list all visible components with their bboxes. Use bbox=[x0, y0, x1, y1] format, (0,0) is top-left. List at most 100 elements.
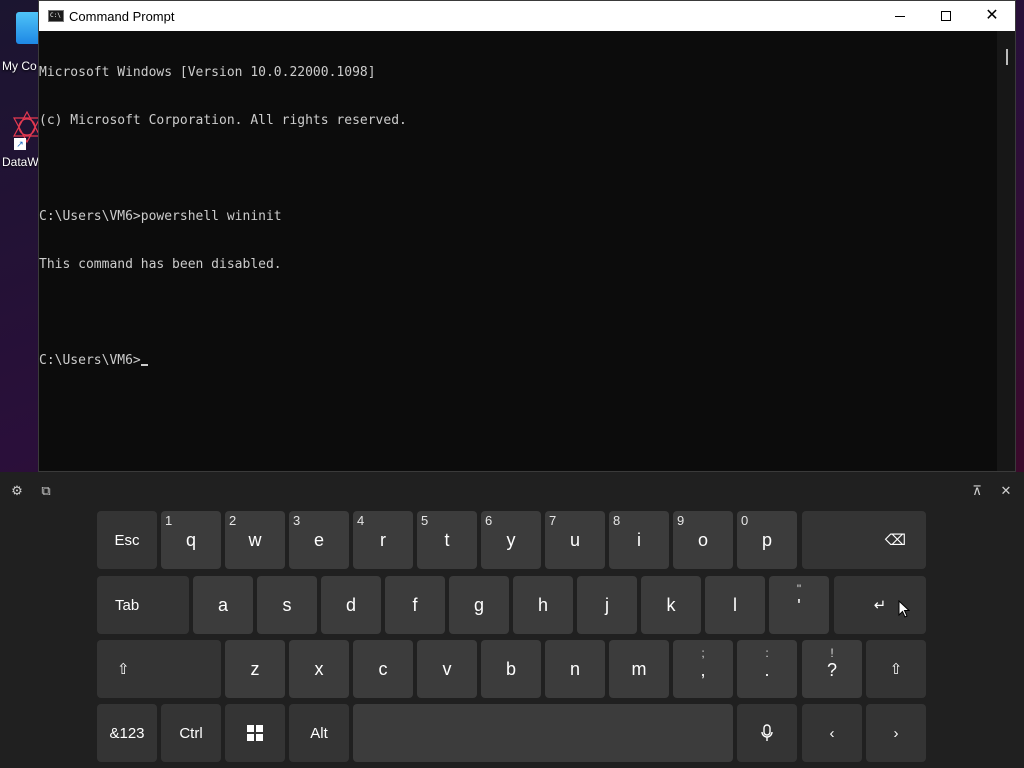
key-label: h bbox=[537, 594, 548, 615]
key-ctrl[interactable]: Ctrl bbox=[161, 704, 221, 762]
minimize-button[interactable] bbox=[877, 1, 923, 31]
key-period[interactable]: :. bbox=[737, 640, 797, 698]
key-m[interactable]: m bbox=[609, 640, 669, 698]
windows-icon bbox=[247, 725, 263, 741]
minimize-icon bbox=[895, 15, 905, 17]
key-windows[interactable] bbox=[225, 704, 285, 762]
key-question[interactable]: !? bbox=[802, 640, 862, 698]
shift-icon: ⇧ bbox=[117, 661, 130, 678]
key-shift-right[interactable]: ⇧ bbox=[866, 640, 926, 698]
key-comma[interactable]: ;, bbox=[673, 640, 733, 698]
key-alt-label: ; bbox=[701, 646, 705, 660]
key-label: q bbox=[185, 529, 196, 550]
text-cursor bbox=[140, 364, 148, 366]
arrow-left-icon: ‹ bbox=[829, 724, 835, 742]
key-label: b bbox=[505, 658, 516, 679]
key-label: Tab bbox=[115, 596, 140, 614]
console-output[interactable]: Microsoft Windows [Version 10.0.22000.10… bbox=[39, 31, 997, 471]
key-esc[interactable]: Esc bbox=[97, 511, 157, 569]
key-shift-left[interactable]: ⇧ bbox=[97, 640, 221, 698]
desktop-icon-label: My Co bbox=[2, 59, 37, 73]
key-label: n bbox=[569, 658, 580, 679]
key-u[interactable]: 7u bbox=[545, 511, 605, 569]
key-space[interactable] bbox=[353, 704, 733, 762]
key-enter[interactable]: ↵ bbox=[834, 576, 926, 634]
console-line: (c) Microsoft Corporation. All rights re… bbox=[39, 113, 407, 128]
key-l[interactable]: l bbox=[705, 576, 765, 634]
gear-icon[interactable]: ⚙ bbox=[8, 482, 26, 500]
dock-keyboard-icon[interactable]: ⊼ bbox=[968, 482, 986, 500]
shift-icon: ⇧ bbox=[889, 661, 903, 678]
maximize-button[interactable] bbox=[923, 1, 969, 31]
key-symbols[interactable]: &123 bbox=[97, 704, 157, 762]
key-label: o bbox=[697, 529, 708, 550]
maximize-icon bbox=[941, 11, 951, 21]
key-o[interactable]: 9o bbox=[673, 511, 733, 569]
key-alt-label: " bbox=[796, 582, 802, 596]
shortcut-arrow-icon: ↗ bbox=[14, 138, 26, 150]
scrollbar-thumb[interactable] bbox=[1006, 49, 1008, 65]
key-b[interactable]: b bbox=[481, 640, 541, 698]
arrow-right-icon: › bbox=[893, 724, 899, 742]
key-k[interactable]: k bbox=[641, 576, 701, 634]
key-label: f bbox=[412, 594, 418, 615]
key-label: w bbox=[248, 529, 262, 550]
key-alt-label: 6 bbox=[485, 513, 493, 528]
title-bar[interactable]: C:\ Command Prompt ✕ bbox=[39, 1, 1015, 31]
cmd-icon: C:\ bbox=[48, 10, 64, 22]
key-apostrophe[interactable]: " ' bbox=[769, 576, 829, 634]
key-label: ? bbox=[826, 660, 837, 680]
key-y[interactable]: 6y bbox=[481, 511, 541, 569]
touch-keyboard: ⚙ ⧉ ⊼ ✕ Esc 1q 2w 3e 4r 5t 6y 7u 8i 9o 0… bbox=[0, 472, 1024, 768]
console-line: This command has been disabled. bbox=[39, 257, 282, 272]
close-icon[interactable]: ✕ bbox=[997, 482, 1015, 500]
key-alt-label: 2 bbox=[229, 513, 237, 528]
key-backspace[interactable]: ⌫ bbox=[802, 511, 926, 569]
key-z[interactable]: z bbox=[225, 640, 285, 698]
key-w[interactable]: 2w bbox=[225, 511, 285, 569]
key-arrow-left[interactable]: ‹ bbox=[802, 704, 862, 762]
key-x[interactable]: x bbox=[289, 640, 349, 698]
key-alt-label: 1 bbox=[165, 513, 173, 528]
key-alt-label: 0 bbox=[741, 513, 749, 528]
key-alt[interactable]: Alt bbox=[289, 704, 349, 762]
key-alt-label: 8 bbox=[613, 513, 621, 528]
key-q[interactable]: 1q bbox=[161, 511, 221, 569]
key-label: c bbox=[378, 658, 388, 679]
console-prompt-line: C:\Users\VM6> bbox=[39, 353, 997, 369]
close-button[interactable]: ✕ bbox=[969, 1, 1015, 31]
key-microphone[interactable] bbox=[737, 704, 797, 762]
key-r[interactable]: 4r bbox=[353, 511, 413, 569]
key-label: g bbox=[473, 594, 484, 615]
backspace-icon: ⌫ bbox=[884, 532, 906, 549]
key-s[interactable]: s bbox=[257, 576, 317, 634]
key-label: z bbox=[250, 658, 260, 679]
console-line: Microsoft Windows [Version 10.0.22000.10… bbox=[39, 65, 376, 80]
key-f[interactable]: f bbox=[385, 576, 445, 634]
key-tab[interactable]: Tab bbox=[97, 576, 189, 634]
console-line: C:\Users\VM6>powershell wininit bbox=[39, 209, 282, 224]
key-i[interactable]: 8i bbox=[609, 511, 669, 569]
key-alt-label: 9 bbox=[677, 513, 685, 528]
window-title: Command Prompt bbox=[69, 9, 175, 24]
key-h[interactable]: h bbox=[513, 576, 573, 634]
key-j[interactable]: j bbox=[577, 576, 637, 634]
key-alt-label: 7 bbox=[549, 513, 557, 528]
key-e[interactable]: 3e bbox=[289, 511, 349, 569]
key-label: j bbox=[605, 594, 609, 615]
key-n[interactable]: n bbox=[545, 640, 605, 698]
vertical-scrollbar[interactable] bbox=[997, 31, 1015, 471]
key-c[interactable]: c bbox=[353, 640, 413, 698]
key-v[interactable]: v bbox=[417, 640, 477, 698]
key-t[interactable]: 5t bbox=[417, 511, 477, 569]
key-p[interactable]: 0p bbox=[737, 511, 797, 569]
sticker-icon[interactable]: ⧉ bbox=[37, 482, 55, 500]
key-label: e bbox=[313, 529, 324, 550]
key-g[interactable]: g bbox=[449, 576, 509, 634]
command-prompt-window[interactable]: C:\ Command Prompt ✕ Microsoft Windows [… bbox=[38, 0, 1016, 472]
key-arrow-right[interactable]: › bbox=[866, 704, 926, 762]
key-a[interactable]: a bbox=[193, 576, 253, 634]
key-d[interactable]: d bbox=[321, 576, 381, 634]
